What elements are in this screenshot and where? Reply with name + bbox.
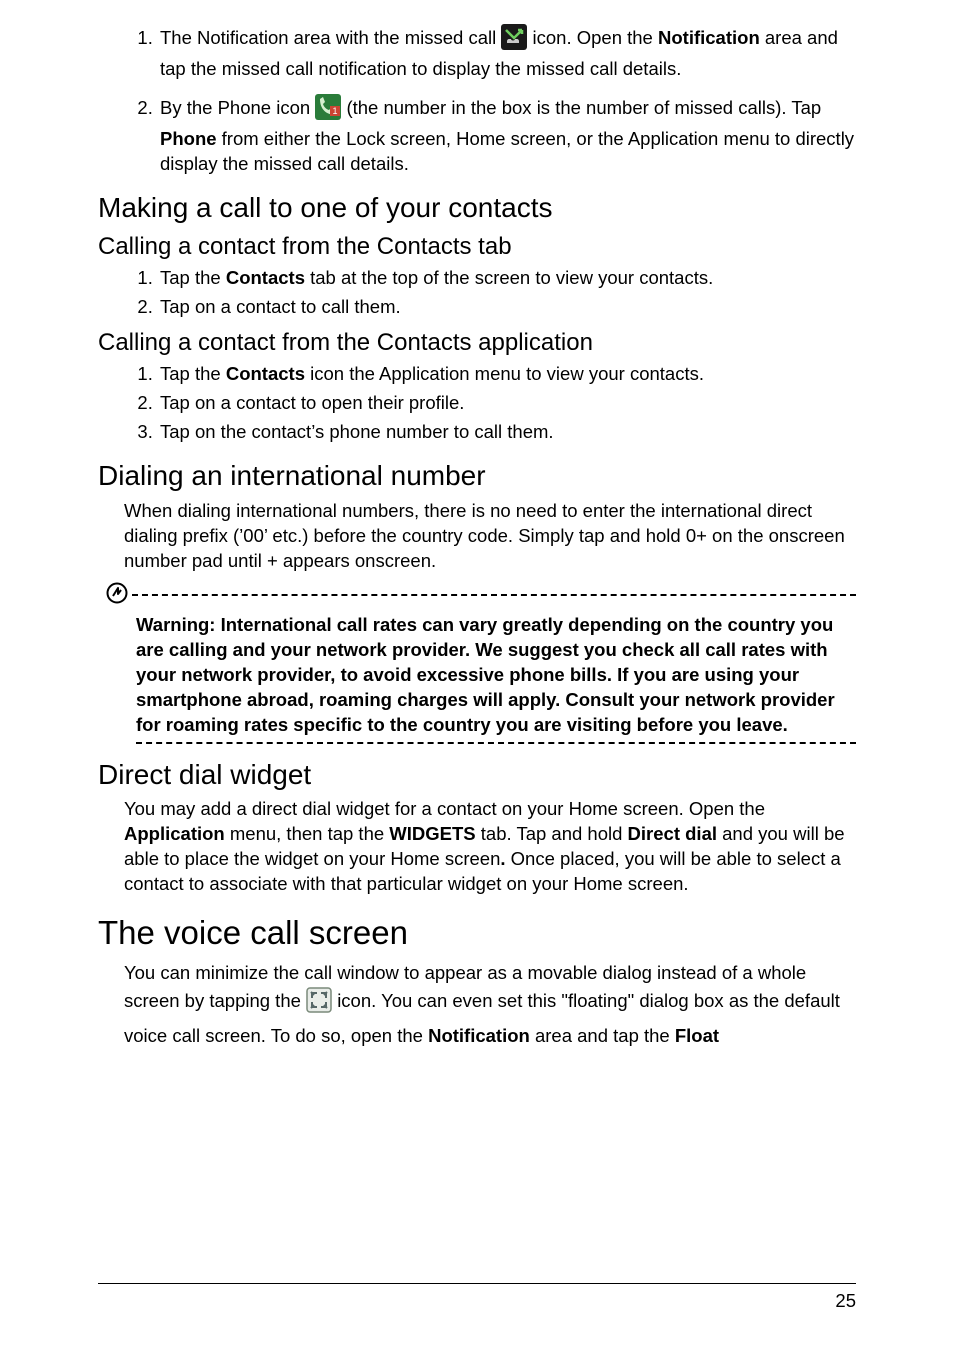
divider: [136, 742, 856, 744]
warning-block: Warning: International call rates can va…: [98, 582, 856, 744]
text-bold: Phone: [160, 128, 217, 149]
contacts-tab-list: Tap the Contacts tab at the top of the s…: [98, 266, 856, 320]
text: (the number in the box is the number of …: [346, 97, 821, 118]
paragraph-widget: You may add a direct dial widget for a c…: [124, 797, 856, 897]
list-item: Tap on a contact to call them.: [158, 295, 856, 320]
text: You may add a direct dial widget for a c…: [124, 798, 765, 819]
text: By the Phone icon: [160, 97, 315, 118]
text-bold: Contacts: [226, 363, 305, 384]
text: icon. Open the: [533, 27, 658, 48]
divider: [132, 594, 856, 596]
text-bold: WIDGETS: [389, 823, 475, 844]
warning-text: Warning: International call rates can va…: [136, 613, 856, 738]
text: Tap the: [160, 363, 226, 384]
missed-call-notification-icon: [501, 24, 527, 57]
text: area and tap the: [530, 1025, 675, 1046]
heading-contacts-tab: Calling a contact from the Contacts tab: [98, 232, 856, 262]
page-footer: 25: [98, 1283, 856, 1312]
text-bold: Notification: [658, 27, 760, 48]
list-item: Tap on the contact’s phone number to cal…: [158, 420, 856, 445]
svg-text:1: 1: [333, 106, 338, 116]
list-item: Tap on a contact to open their profile.: [158, 391, 856, 416]
heading-voice-call: The voice call screen: [98, 913, 856, 953]
list-item: By the Phone icon 1 (the number in the b…: [158, 94, 856, 177]
page-number: 25: [835, 1290, 856, 1311]
text-bold: Notification: [428, 1025, 530, 1046]
warning-icon: [106, 582, 128, 609]
text: The Notification area with the missed ca…: [160, 27, 501, 48]
list-item: Tap the Contacts icon the Application me…: [158, 362, 856, 387]
text: tab at the top of the screen to view you…: [305, 267, 713, 288]
text-bold: Contacts: [226, 267, 305, 288]
missed-call-list: The Notification area with the missed ca…: [98, 24, 856, 177]
minimize-float-icon: [306, 987, 332, 1022]
phone-missed-badge-icon: 1: [315, 94, 341, 127]
heading-intl: Dialing an international number: [98, 459, 856, 493]
text: Tap the: [160, 267, 226, 288]
paragraph-voice: You can minimize the call window to appe…: [124, 959, 856, 1051]
text-bold: Float: [675, 1025, 719, 1046]
heading-widget: Direct dial widget: [98, 758, 856, 792]
text: icon the Application menu to view your c…: [305, 363, 704, 384]
contacts-app-list: Tap the Contacts icon the Application me…: [98, 362, 856, 445]
paragraph-intl: When dialing international numbers, ther…: [124, 499, 856, 574]
heading-making-call: Making a call to one of your contacts: [98, 191, 856, 225]
text: tab. Tap and hold: [476, 823, 628, 844]
text-bold: Direct dial: [628, 823, 717, 844]
text: menu, then tap the: [225, 823, 390, 844]
heading-contacts-app: Calling a contact from the Contacts appl…: [98, 328, 856, 358]
list-item: The Notification area with the missed ca…: [158, 24, 856, 82]
list-item: Tap the Contacts tab at the top of the s…: [158, 266, 856, 291]
text: from either the Lock screen, Home screen…: [160, 128, 854, 174]
text-bold: Application: [124, 823, 225, 844]
